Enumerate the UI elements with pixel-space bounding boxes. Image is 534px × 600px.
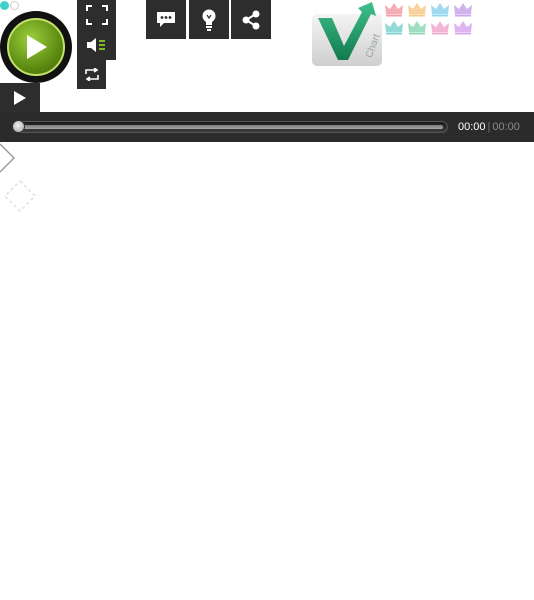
crown-icon [431, 21, 449, 35]
control-bar [0, 112, 534, 142]
crown-icon [385, 21, 403, 35]
fullscreen-button[interactable] [77, 0, 116, 30]
volume-icon [86, 38, 105, 52]
big-play-button[interactable] [0, 11, 72, 83]
big-play-ring [7, 18, 65, 76]
dashed-diamond-icon [4, 180, 36, 212]
seek-bar[interactable] [12, 121, 448, 133]
share-icon [242, 10, 260, 29]
crown-icon [408, 21, 426, 35]
play-button[interactable] [0, 83, 40, 112]
vchart-logo: Chart [312, 2, 383, 66]
play-icon [14, 90, 26, 105]
crown-icon [431, 3, 449, 17]
crown-icon [454, 3, 472, 17]
volume-button[interactable] [77, 30, 116, 60]
share-button[interactable] [231, 0, 271, 39]
play-icon [27, 35, 47, 59]
seek-bar-fill [17, 125, 443, 129]
chevron-right-icon[interactable] [0, 142, 20, 174]
repeat-icon [84, 68, 99, 81]
video-player-stage: 00:00 | 00:00 Chart [0, 0, 534, 600]
crown-icon [408, 3, 426, 17]
fullscreen-icon [85, 5, 108, 25]
status-dot-empty [10, 1, 19, 10]
seek-handle[interactable] [12, 120, 25, 133]
time-display: 00:00 | 00:00 [458, 112, 520, 142]
lightbulb-icon [202, 9, 216, 31]
duration-time: 00:00 [492, 121, 520, 133]
comment-icon [157, 11, 175, 27]
time-separator: | [487, 121, 491, 133]
repeat-button[interactable] [77, 60, 106, 89]
crown-icon [454, 21, 472, 35]
crown-icon [385, 3, 403, 17]
lightbulb-button[interactable] [189, 0, 229, 39]
current-time: 00:00 [458, 121, 486, 133]
status-dot-teal [0, 1, 9, 10]
comment-button[interactable] [146, 0, 186, 39]
